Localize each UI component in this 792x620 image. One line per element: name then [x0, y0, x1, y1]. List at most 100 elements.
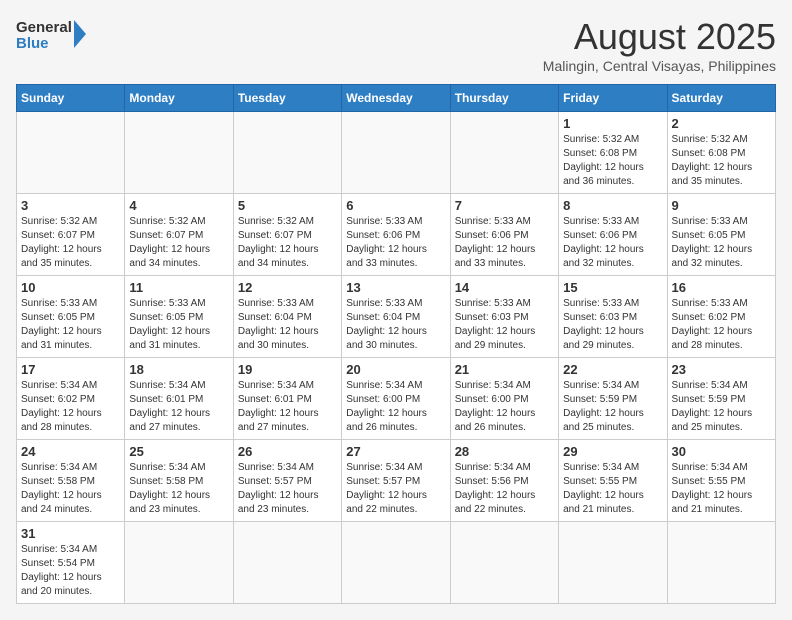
calendar-cell: 7 Sunrise: 5:33 AM Sunset: 6:06 PM Daylig… [450, 194, 558, 276]
calendar-cell: 9 Sunrise: 5:33 AM Sunset: 6:05 PM Daylig… [667, 194, 775, 276]
calendar-week-5: 31 Sunrise: 5:34 AM Sunset: 5:54 PM Dayli… [17, 522, 776, 604]
day-info: Sunrise: 5:32 AM Sunset: 6:08 PM Dayligh… [563, 133, 662, 189]
date-number: 12 [238, 280, 337, 295]
day-info: Sunrise: 5:33 AM Sunset: 6:06 PM Dayligh… [455, 215, 554, 271]
day-info: Sunrise: 5:32 AM Sunset: 6:08 PM Dayligh… [672, 133, 771, 189]
date-number: 31 [21, 526, 120, 541]
calendar-cell: 31 Sunrise: 5:34 AM Sunset: 5:54 PM Dayli… [17, 522, 125, 604]
calendar-cell: 23Sunrise: 5:34 AM Sunset: 5:59 PM Dayli… [667, 358, 775, 440]
calendar-cell [342, 112, 450, 194]
month-title: August 2025 [543, 16, 776, 58]
date-number: 14 [455, 280, 554, 295]
day-info: Sunrise: 5:33 AM Sunset: 6:02 PM Dayligh… [672, 297, 771, 353]
date-number: 15 [563, 280, 662, 295]
calendar-cell [17, 112, 125, 194]
date-number: 10 [21, 280, 120, 295]
calendar-cell: 10Sunrise: 5:33 AM Sunset: 6:05 PM Dayli… [17, 276, 125, 358]
date-number: 7 [455, 198, 554, 213]
day-info: Sunrise: 5:33 AM Sunset: 6:06 PM Dayligh… [346, 215, 445, 271]
calendar-cell: 25Sunrise: 5:34 AM Sunset: 5:58 PM Dayli… [125, 440, 233, 522]
day-info: Sunrise: 5:34 AM Sunset: 5:57 PM Dayligh… [238, 461, 337, 517]
calendar-cell [125, 112, 233, 194]
date-number: 26 [238, 444, 337, 459]
day-header-thursday: Thursday [450, 85, 558, 112]
date-number: 25 [129, 444, 228, 459]
date-number: 19 [238, 362, 337, 377]
calendar-cell: 17Sunrise: 5:34 AM Sunset: 6:02 PM Dayli… [17, 358, 125, 440]
date-number: 30 [672, 444, 771, 459]
calendar-cell: 16 Sunrise: 5:33 AM Sunset: 6:02 PM Dayli… [667, 276, 775, 358]
calendar-cell: 28Sunrise: 5:34 AM Sunset: 5:56 PM Dayli… [450, 440, 558, 522]
date-number: 13 [346, 280, 445, 295]
calendar-cell: 24Sunrise: 5:34 AM Sunset: 5:58 PM Dayli… [17, 440, 125, 522]
header: GeneralBlue August 2025 Malingin, Centra… [16, 16, 776, 74]
calendar-cell [233, 112, 341, 194]
day-info: Sunrise: 5:33 AM Sunset: 6:06 PM Dayligh… [563, 215, 662, 271]
svg-text:Blue: Blue [16, 35, 49, 52]
date-number: 8 [563, 198, 662, 213]
calendar-cell: 30 Sunrise: 5:34 AM Sunset: 5:55 PM Dayli… [667, 440, 775, 522]
day-header-monday: Monday [125, 85, 233, 112]
date-number: 4 [129, 198, 228, 213]
date-number: 9 [672, 198, 771, 213]
day-info: Sunrise: 5:34 AM Sunset: 5:56 PM Dayligh… [455, 461, 554, 517]
date-number: 2 [672, 116, 771, 131]
calendar-cell: 2 Sunrise: 5:32 AM Sunset: 6:08 PM Daylig… [667, 112, 775, 194]
calendar: SundayMondayTuesdayWednesdayThursdayFrid… [16, 84, 776, 604]
date-number: 21 [455, 362, 554, 377]
day-info: Sunrise: 5:32 AM Sunset: 6:07 PM Dayligh… [129, 215, 228, 271]
day-info: Sunrise: 5:34 AM Sunset: 6:00 PM Dayligh… [346, 379, 445, 435]
date-number: 24 [21, 444, 120, 459]
day-info: Sunrise: 5:33 AM Sunset: 6:04 PM Dayligh… [238, 297, 337, 353]
day-header-saturday: Saturday [667, 85, 775, 112]
day-info: Sunrise: 5:34 AM Sunset: 6:01 PM Dayligh… [129, 379, 228, 435]
calendar-header-row: SundayMondayTuesdayWednesdayThursdayFrid… [17, 85, 776, 112]
day-info: Sunrise: 5:33 AM Sunset: 6:03 PM Dayligh… [455, 297, 554, 353]
calendar-cell [450, 522, 558, 604]
calendar-cell: 20Sunrise: 5:34 AM Sunset: 6:00 PM Dayli… [342, 358, 450, 440]
day-info: Sunrise: 5:33 AM Sunset: 6:04 PM Dayligh… [346, 297, 445, 353]
calendar-cell: 13 Sunrise: 5:33 AM Sunset: 6:04 PM Dayli… [342, 276, 450, 358]
day-info: Sunrise: 5:34 AM Sunset: 5:59 PM Dayligh… [563, 379, 662, 435]
calendar-cell: 18Sunrise: 5:34 AM Sunset: 6:01 PM Dayli… [125, 358, 233, 440]
title-area: August 2025 Malingin, Central Visayas, P… [543, 16, 776, 74]
calendar-cell: 5 Sunrise: 5:32 AM Sunset: 6:07 PM Daylig… [233, 194, 341, 276]
calendar-cell: 14 Sunrise: 5:33 AM Sunset: 6:03 PM Dayli… [450, 276, 558, 358]
date-number: 27 [346, 444, 445, 459]
day-info: Sunrise: 5:34 AM Sunset: 6:00 PM Dayligh… [455, 379, 554, 435]
calendar-cell: 21 Sunrise: 5:34 AM Sunset: 6:00 PM Dayli… [450, 358, 558, 440]
date-number: 16 [672, 280, 771, 295]
calendar-week-2: 10Sunrise: 5:33 AM Sunset: 6:05 PM Dayli… [17, 276, 776, 358]
day-info: Sunrise: 5:34 AM Sunset: 5:55 PM Dayligh… [672, 461, 771, 517]
date-number: 5 [238, 198, 337, 213]
calendar-cell: 12 Sunrise: 5:33 AM Sunset: 6:04 PM Dayli… [233, 276, 341, 358]
date-number: 1 [563, 116, 662, 131]
calendar-cell: 22 Sunrise: 5:34 AM Sunset: 5:59 PM Dayli… [559, 358, 667, 440]
calendar-cell [667, 522, 775, 604]
calendar-cell: 27 Sunrise: 5:34 AM Sunset: 5:57 PM Dayli… [342, 440, 450, 522]
date-number: 17 [21, 362, 120, 377]
calendar-cell: 29Sunrise: 5:34 AM Sunset: 5:55 PM Dayli… [559, 440, 667, 522]
calendar-week-3: 17Sunrise: 5:34 AM Sunset: 6:02 PM Dayli… [17, 358, 776, 440]
date-number: 6 [346, 198, 445, 213]
location-title: Malingin, Central Visayas, Philippines [543, 58, 776, 74]
day-info: Sunrise: 5:34 AM Sunset: 5:54 PM Dayligh… [21, 543, 120, 599]
day-header-sunday: Sunday [17, 85, 125, 112]
calendar-cell: 1 Sunrise: 5:32 AM Sunset: 6:08 PM Daylig… [559, 112, 667, 194]
logo: GeneralBlue [16, 16, 86, 52]
calendar-week-0: 1 Sunrise: 5:32 AM Sunset: 6:08 PM Daylig… [17, 112, 776, 194]
date-number: 23 [672, 362, 771, 377]
calendar-cell: 3Sunrise: 5:32 AM Sunset: 6:07 PM Daylig… [17, 194, 125, 276]
day-info: Sunrise: 5:33 AM Sunset: 6:05 PM Dayligh… [672, 215, 771, 271]
calendar-cell: 15Sunrise: 5:33 AM Sunset: 6:03 PM Dayli… [559, 276, 667, 358]
date-number: 22 [563, 362, 662, 377]
calendar-cell [450, 112, 558, 194]
day-info: Sunrise: 5:34 AM Sunset: 5:57 PM Dayligh… [346, 461, 445, 517]
day-info: Sunrise: 5:34 AM Sunset: 5:55 PM Dayligh… [563, 461, 662, 517]
calendar-cell [342, 522, 450, 604]
day-info: Sunrise: 5:32 AM Sunset: 6:07 PM Dayligh… [238, 215, 337, 271]
calendar-week-4: 24Sunrise: 5:34 AM Sunset: 5:58 PM Dayli… [17, 440, 776, 522]
day-info: Sunrise: 5:34 AM Sunset: 6:01 PM Dayligh… [238, 379, 337, 435]
calendar-cell [559, 522, 667, 604]
date-number: 11 [129, 280, 228, 295]
